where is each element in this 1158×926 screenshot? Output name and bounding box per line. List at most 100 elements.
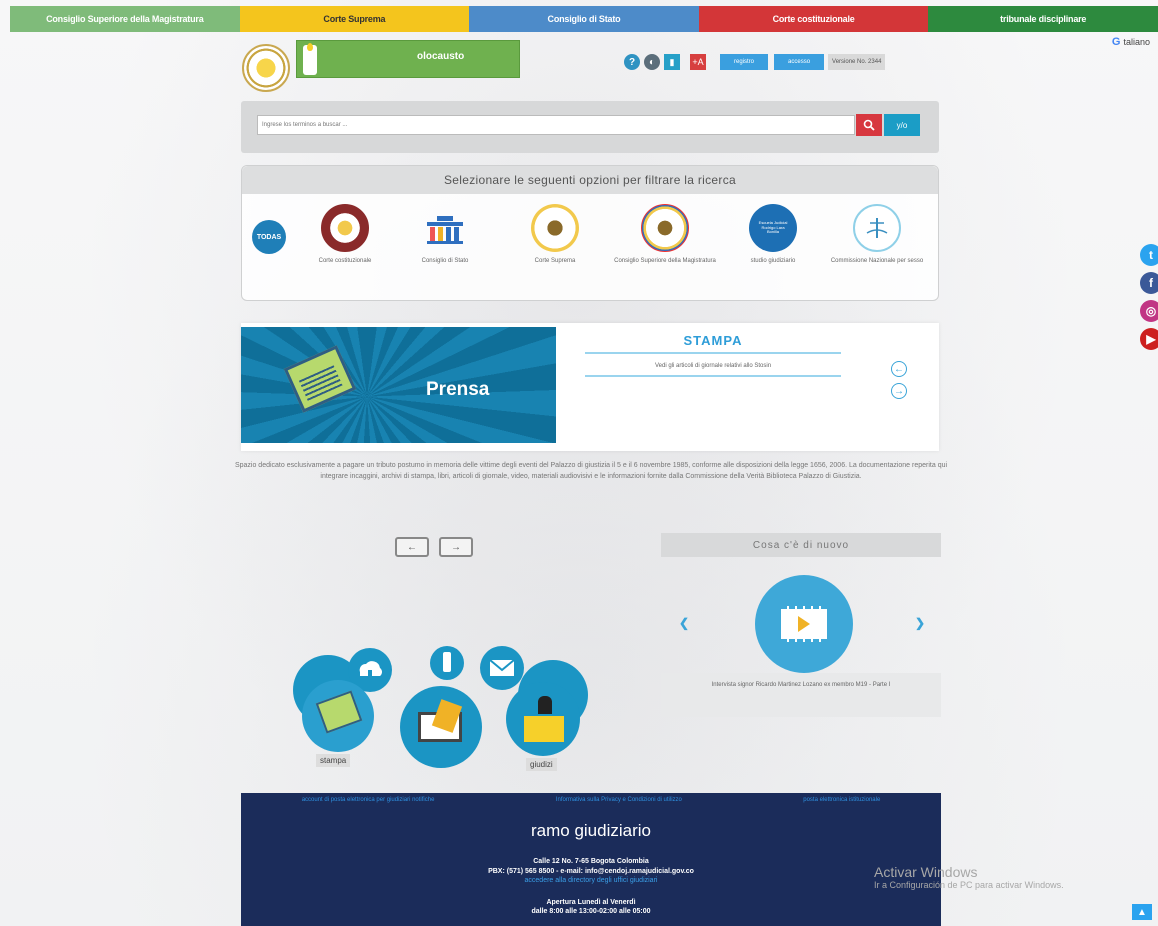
google-translate-icon: G [1111,36,1121,48]
carousel-prev-icon[interactable]: ← [891,361,907,377]
filter-label: Corte Suprema [534,258,576,264]
candle-icon [443,652,451,672]
nav-consiglio-superiore[interactable]: Consiglio Superiore della Magistratura [10,6,240,32]
envelope-icon [489,659,515,676]
audio-icon[interactable]: ◐ [644,54,660,70]
memorial-bubble[interactable] [430,646,464,680]
search-button[interactable] [856,114,882,136]
nav-corte-costituzionale[interactable]: Corte costituzionale [698,6,929,32]
footer-link-privacy[interactable]: Informativa sulla Privacy e Condizioni d… [556,797,682,803]
header: olocausto ? ◐ ▮ +A registro accesso Vers… [240,40,940,92]
footer-hours-times: dalle 8:00 alle 13:00-02:00 alle 05:00 [531,908,651,916]
stampa-title: STAMPA [585,333,841,354]
play-icon [798,616,810,632]
corte-suprema-seal-icon [531,204,579,252]
holocaust-banner[interactable]: olocausto [296,40,520,78]
search-input[interactable]: Ingrese los terminos a buscar ... [257,115,855,135]
folder-icon [524,716,564,742]
candle-icon [303,43,317,75]
footer: account di posta elettronica per giudizi… [241,793,941,926]
archive-bubble[interactable] [400,686,482,768]
nav-consiglio-di-stato[interactable]: Consiglio di Stato [469,6,699,32]
and-or-button[interactable]: y/o [884,114,920,136]
accessibility-toolbar: ? ◐ ▮ +A registro accesso Versione No. 2… [624,54,886,70]
footer-links: account di posta elettronica per giudizi… [241,793,941,803]
prensa-image-text: Prensa [426,379,490,400]
stampa-description: Vedi gli articoli di giornale relativi a… [585,357,841,377]
giudizi-label: giudizi [526,758,557,771]
nav-corte-suprema[interactable]: Corte Suprema [239,6,470,32]
footer-hours: Apertura Lunedì al Venerdì dalle 8:00 al… [241,898,941,918]
filter-studio-giudiziario[interactable]: Escuela Judicial Rodrigo Lara Bonilla st… [718,204,828,266]
filter-label: studio giudiziario [750,258,796,264]
contrast-icon[interactable]: ▮ [664,54,680,70]
windows-activation-watermark: Activar Windows Ir a Configuración de PC… [874,864,1064,890]
filter-corte-costituzionale[interactable]: Corte costituzionale [290,204,400,266]
mail-bubble[interactable] [480,646,524,690]
memorial-description: Spazio dedicato esclusivamente a pagare … [234,462,948,480]
filter-all-button[interactable]: TODAS [252,220,286,254]
video-thumbnail[interactable] [755,575,853,673]
version-badge: Versione No. 2344 [828,54,886,70]
filter-label: Corte costituzionale [318,258,372,264]
instagram-icon[interactable]: ◎ [1140,300,1158,322]
film-icon [781,606,827,642]
news-title: Cosa c'è di nuovo [661,533,941,557]
filter-commissione-nazionale[interactable]: Commissione Nazionale per sesso [822,204,932,266]
carousel-next-icon[interactable]: → [891,383,907,399]
news-next-icon[interactable]: ❯ [915,616,925,630]
filter-label: Consiglio Superiore della Magistratura [614,258,716,264]
access-button[interactable]: accesso [774,54,825,70]
font-size-button[interactable]: +A [690,54,706,70]
footer-hours-days: Apertura Lunedì al Venerdì [546,898,636,906]
seal-logo[interactable] [242,44,290,92]
banner-text: olocausto [417,51,465,62]
footer-street: Calle 12 No. 7-65 Bogota Colombia [533,858,649,865]
escuela-logo-text: Escuela Judicial Rodrigo Lara Bonilla [758,219,788,235]
news-panel: Cosa c'è di nuovo ❮ ❯ Intervista signor … [661,533,941,717]
filter-label: Consiglio di Stato [421,258,469,264]
language-selector[interactable]: G taliano [1112,36,1150,48]
filter-consiglio-superiore[interactable]: Consiglio Superiore della Magistratura [610,204,720,266]
commissione-logo-icon [853,204,901,252]
help-icon[interactable]: ? [624,54,640,70]
footer-title: ramo giudiziario [531,821,651,840]
youtube-icon[interactable]: ▶ [1140,328,1158,350]
news-caption[interactable]: Intervista signor Ricardo Martinez Lozan… [661,673,941,717]
pager-next-button[interactable]: → [439,537,473,557]
escuela-judicial-logo-icon: Escuela Judicial Rodrigo Lara Bonilla [749,204,797,252]
stampa-label: stampa [316,754,351,767]
register-button[interactable]: registro [720,54,769,70]
watermark-subtitle: Ir a Configuración de PC para activar Wi… [874,880,1064,890]
carousel-arrows: ← → [891,361,907,399]
filter-corte-suprema[interactable]: Corte Suprema [500,204,610,266]
footer-link-notifications[interactable]: account di posta elettronica per giudizi… [302,797,435,803]
consiglio-superiore-seal-icon [641,204,689,252]
news-prev-icon[interactable]: ❮ [679,616,689,630]
twitter-icon[interactable]: t [1140,244,1158,266]
judge-icon [538,696,552,714]
filter-panel: Selezionare le seguenti opzioni per filt… [241,165,939,301]
footer-link-institutional-mail[interactable]: posta elettronica istituzionale [803,797,880,803]
consiglio-di-stato-building-icon [421,204,469,252]
giudizi-bubble[interactable] [506,682,580,756]
filter-consiglio-di-stato[interactable]: Consiglio di Stato [390,204,500,266]
prensa-image[interactable]: Prensa [241,327,556,443]
media-carousel: Prensa STAMPA Vedi gli articoli di giorn… [241,323,939,451]
facebook-icon[interactable]: f [1140,272,1158,294]
corte-costituzionale-seal-icon [321,204,369,252]
search-bar: Ingrese los terminos a buscar ... y/o [241,101,939,153]
social-bar: t f ◎ ▶ [1140,244,1158,350]
newspaper-bubble[interactable] [302,680,374,752]
pager: ← → [395,537,473,557]
watermark-title: Activar Windows [874,864,978,880]
nav-tribunale-disciplinare[interactable]: tribunale disciplinare [928,6,1158,32]
footer-phone: PBX: (571) 565 8500 - e-mail: info@cendo… [488,867,694,875]
language-label: taliano [1123,37,1150,47]
back-to-top-button[interactable]: ▲ [1132,904,1152,920]
newspaper-icon [283,345,357,413]
footer-address: Calle 12 No. 7-65 Bogota Colombia PBX: (… [241,857,941,877]
pager-prev-button[interactable]: ← [395,537,429,557]
footer-directory-link[interactable]: accedere alla directory degli uffici giu… [241,877,941,884]
filter-label: Commissione Nazionale per sesso [830,258,924,264]
